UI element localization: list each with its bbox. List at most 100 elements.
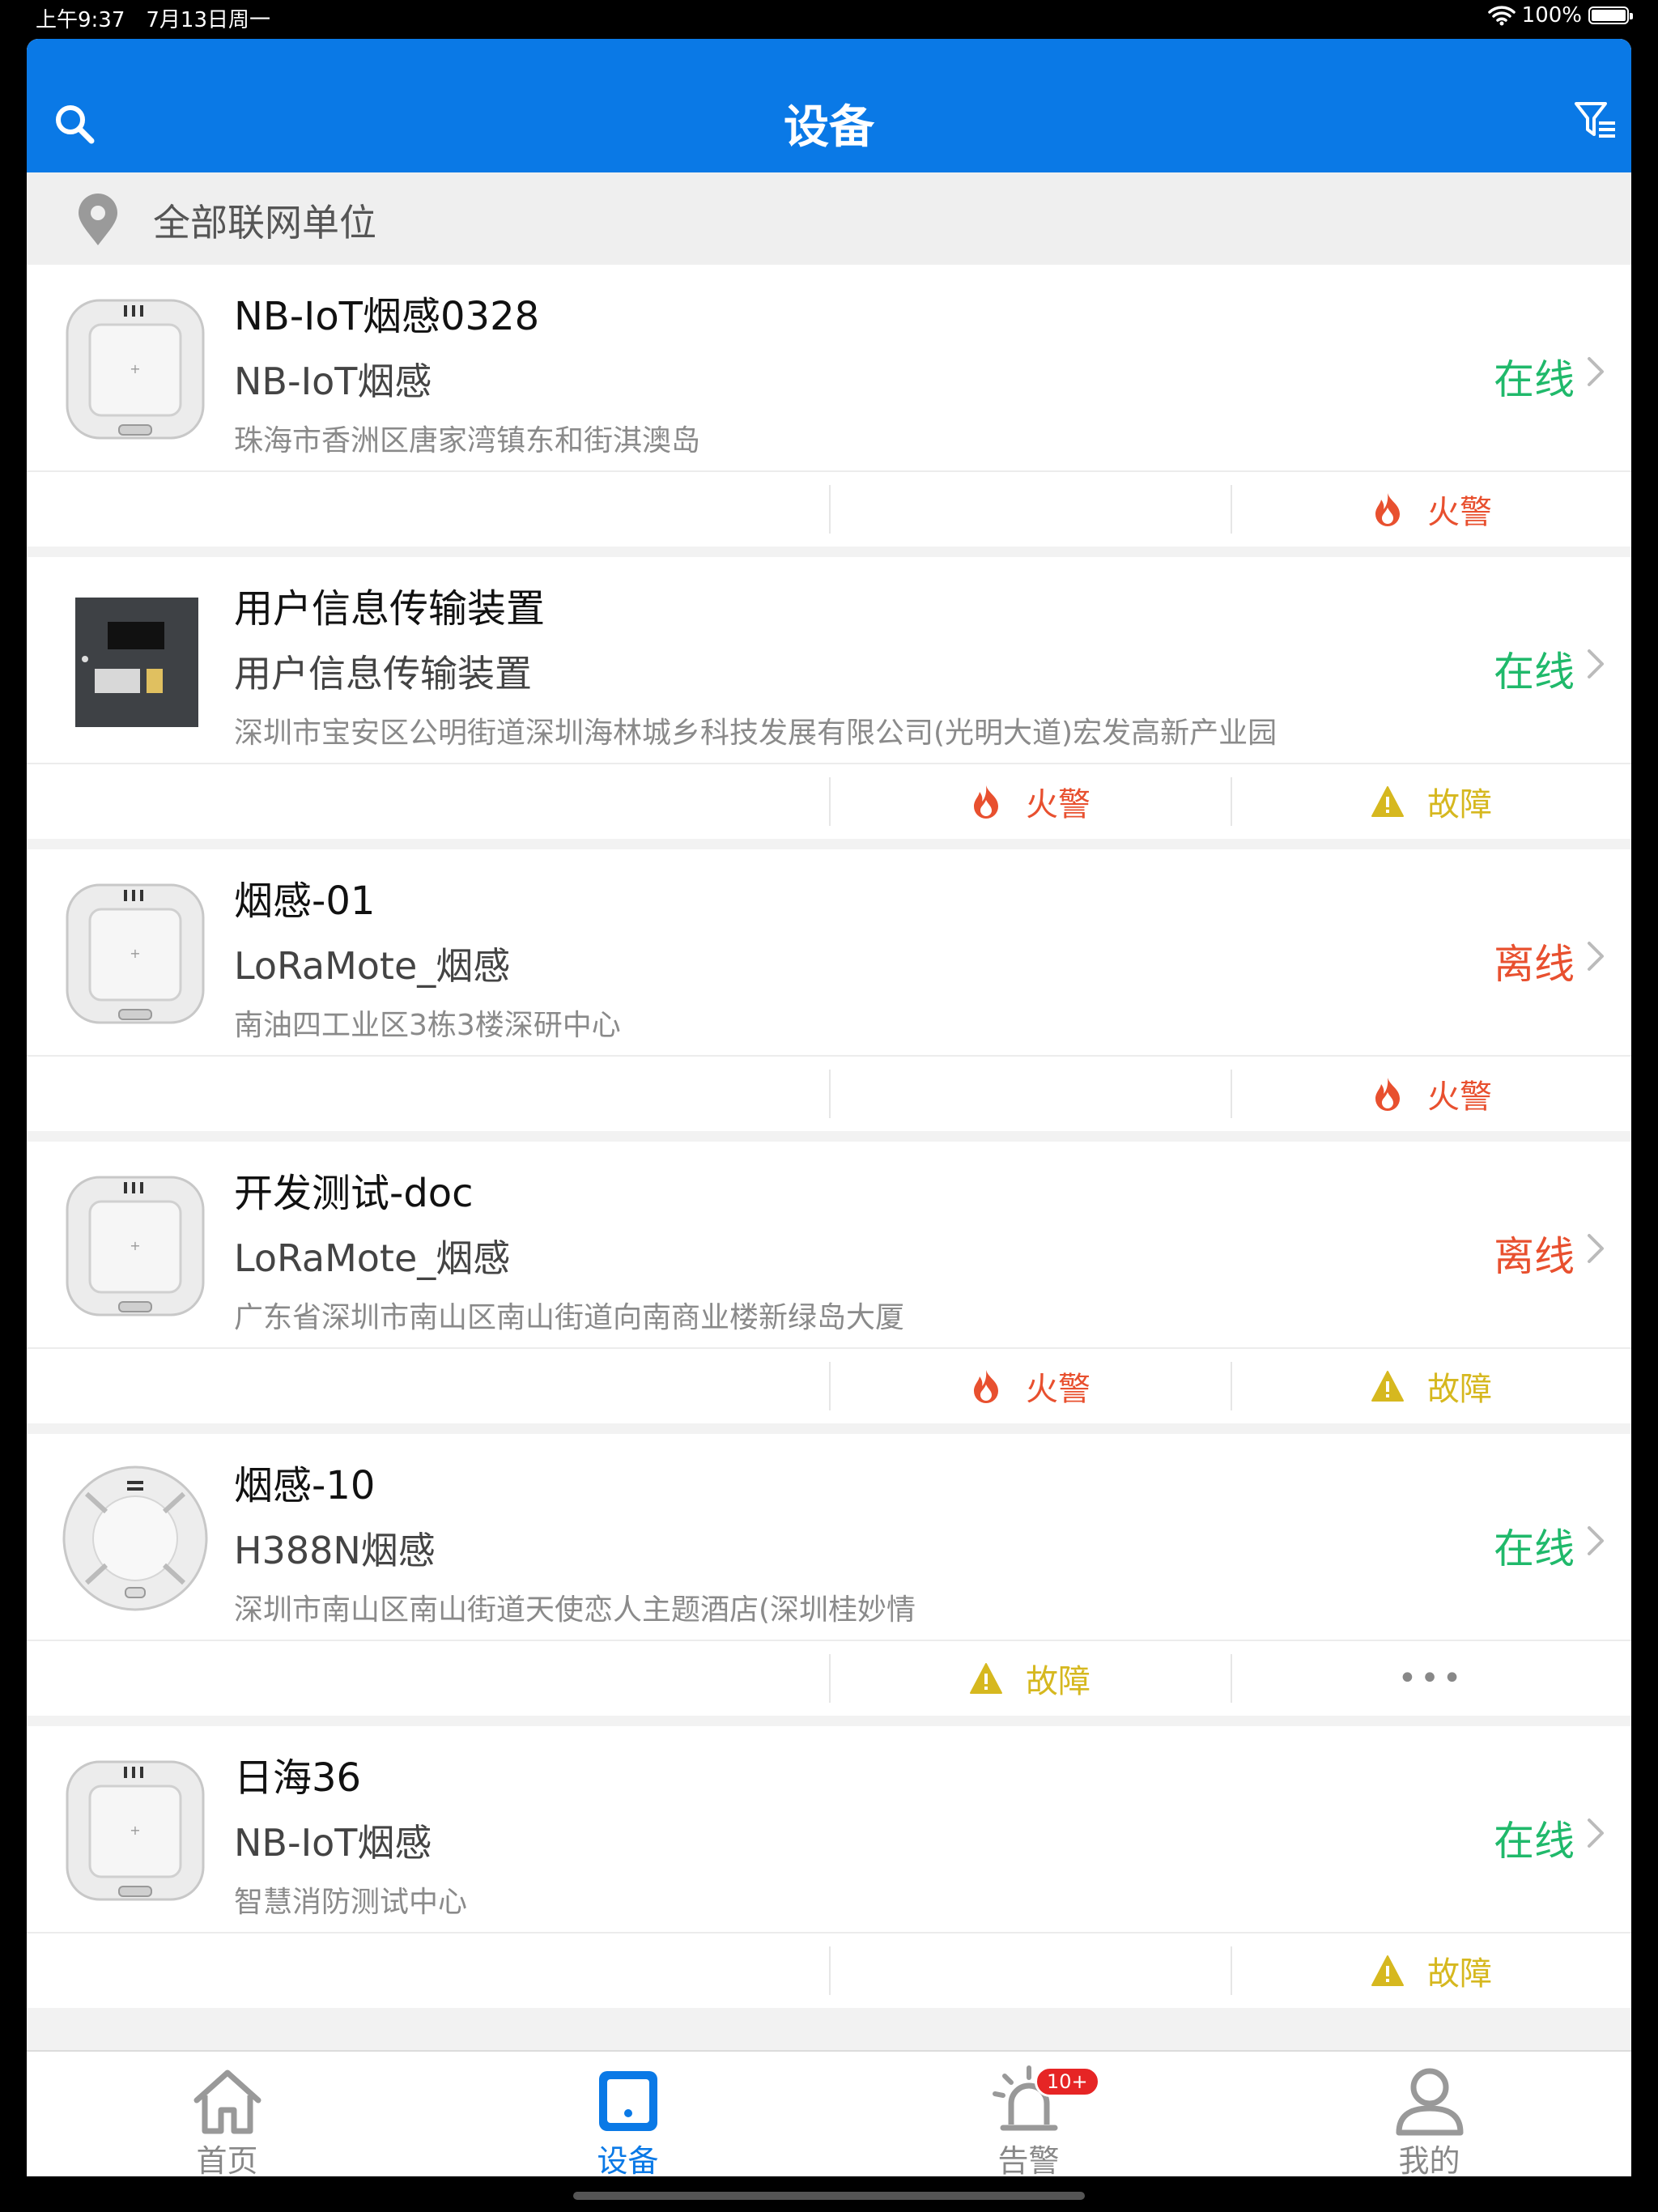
device-status: 在线 bbox=[1494, 649, 1575, 696]
device-card[interactable]: + NB-IoT烟感0328 NB-IoT烟感 珠海市香洲区唐家湾镇东和街淇澳岛 在线火… bbox=[27, 265, 1631, 547]
device-card[interactable]: + 烟感-01 LoRaMote_烟感 南油四工业区3栋3楼深研中心 离线 火警 bbox=[27, 849, 1631, 1131]
device-status: 离线 bbox=[1494, 941, 1575, 988]
page-title: 设备 bbox=[784, 101, 874, 154]
device-card[interactable]: + 日海36 NB-IoT烟感 智慧消防测试中心 在线 故障 bbox=[27, 1726, 1631, 2008]
user-icon bbox=[1396, 2068, 1464, 2136]
alert-row: 故障 bbox=[27, 1933, 1631, 2008]
warning-icon bbox=[1371, 786, 1404, 817]
device-status: 离线 bbox=[1494, 1233, 1575, 1280]
fire-alert[interactable]: 火警 bbox=[830, 764, 1230, 839]
device-type: LoRaMote_烟感 bbox=[234, 1236, 511, 1280]
home-indicator bbox=[573, 2192, 1085, 2200]
alert-divider bbox=[829, 1070, 831, 1118]
fire-icon bbox=[974, 785, 998, 819]
device-card[interactable]: 烟感-10 H388N烟感深圳市南山区南山街道天使恋人主题酒店(深圳桂妙情 在线故障… bbox=[27, 1434, 1631, 1716]
device-address: 广东省深圳市南山区南山街道向南商业楼新绿岛大厦 bbox=[234, 1301, 905, 1334]
tab-alarms[interactable]: 10+ 告警 bbox=[828, 2052, 1229, 2176]
alert-label: 火警 bbox=[1026, 786, 1090, 823]
tab-devices[interactable]: 设备 bbox=[427, 2052, 828, 2176]
device-address: 深圳市南山区南山街道天使恋人主题酒店(深圳桂妙情 bbox=[234, 1593, 916, 1627]
alert-row: 火警 bbox=[27, 472, 1631, 547]
wifi-icon bbox=[1487, 6, 1516, 26]
status-bar: 上午9:37 7月13日周一 100% bbox=[0, 0, 1658, 34]
fire-alert[interactable]: 火警 bbox=[830, 1349, 1230, 1423]
unit-filter-bar[interactable]: 全部联网单位 bbox=[27, 172, 1631, 265]
device-status: 在线 bbox=[1494, 356, 1575, 403]
tab-devices-label: 设备 bbox=[597, 2143, 659, 2176]
status-time: 上午9:37 bbox=[36, 8, 125, 32]
svg-text:+: + bbox=[130, 946, 140, 961]
warning-icon bbox=[1371, 1371, 1404, 1402]
device-list: + NB-IoT烟感0328 NB-IoT烟感 珠海市香洲区唐家湾镇东和街淇澳岛 在线火… bbox=[27, 265, 1631, 2018]
device-status: 在线 bbox=[1494, 1525, 1575, 1572]
round-detector-image bbox=[62, 1465, 208, 1611]
panel-device-image bbox=[75, 598, 198, 727]
tab-home-label: 首页 bbox=[196, 2143, 258, 2176]
alert-label: ••• bbox=[1397, 1660, 1465, 1697]
alert-row: 火警 故障 bbox=[27, 1349, 1631, 1423]
device-type: NB-IoT烟感 bbox=[234, 1821, 432, 1865]
device-type: NB-IoT烟感 bbox=[234, 359, 432, 403]
svg-text:+: + bbox=[130, 1823, 140, 1838]
device-name: 烟感-01 bbox=[234, 878, 376, 924]
fault-alert[interactable]: 故障 bbox=[1231, 764, 1631, 839]
device-card[interactable]: + 开发测试-doc LoRaMote_烟感广东省深圳市南山区南山街道向南商业楼新绿… bbox=[27, 1142, 1631, 1423]
battery-percent: 100% bbox=[1521, 3, 1582, 28]
device-name: NB-IoT烟感0328 bbox=[234, 294, 540, 339]
square-detector-image: + bbox=[66, 1760, 205, 1901]
chevron-right-icon[interactable] bbox=[1584, 1231, 1607, 1266]
alert-label: 故障 bbox=[1427, 786, 1492, 823]
alert-label: 故障 bbox=[1427, 1371, 1492, 1408]
unit-filter-label: 全部联网单位 bbox=[153, 201, 376, 245]
tab-profile-label: 我的 bbox=[1398, 2143, 1460, 2176]
alarm-count-badge: 10+ bbox=[1035, 2066, 1100, 2097]
home-icon bbox=[193, 2069, 261, 2134]
fault-alert[interactable]: 故障 bbox=[1231, 1349, 1631, 1423]
device-address: 南油四工业区3栋3楼深研中心 bbox=[234, 1009, 621, 1042]
nav-bar: 设备 bbox=[27, 39, 1631, 172]
device-card[interactable]: 用户信息传输装置 用户信息传输装置深圳市宝安区公明街道深圳海林城乡科技发展有限公司… bbox=[27, 557, 1631, 839]
square-detector-image: + bbox=[66, 299, 205, 440]
device-type: 用户信息传输装置 bbox=[234, 652, 532, 696]
tab-home[interactable]: 首页 bbox=[27, 2052, 427, 2176]
device-address: 深圳市宝安区公明街道深圳海林城乡科技发展有限公司(光明大道)宏发高新产业园 bbox=[234, 717, 1278, 750]
battery-icon bbox=[1588, 6, 1633, 24]
fault-alert[interactable]: 故障 bbox=[1231, 1933, 1631, 2008]
fire-icon bbox=[1375, 1078, 1400, 1111]
alert-label: 火警 bbox=[1427, 1078, 1492, 1116]
fire-icon bbox=[974, 1370, 998, 1403]
device-name: 用户信息传输装置 bbox=[234, 586, 546, 632]
fire-alert[interactable]: 火警 bbox=[1231, 1057, 1631, 1131]
chevron-right-icon[interactable] bbox=[1584, 1815, 1607, 1851]
status-time-date: 上午9:37 7月13日周一 bbox=[36, 3, 270, 33]
fire-alert[interactable]: 火警 bbox=[1231, 472, 1631, 547]
more-alerts[interactable]: ••• bbox=[1231, 1641, 1631, 1716]
alert-divider bbox=[829, 485, 831, 534]
chevron-right-icon[interactable] bbox=[1584, 354, 1607, 389]
fire-icon bbox=[1375, 493, 1400, 526]
status-right: 100% bbox=[1487, 3, 1633, 28]
chevron-right-icon[interactable] bbox=[1584, 938, 1607, 974]
filter-icon[interactable] bbox=[1573, 99, 1618, 144]
chevron-right-icon[interactable] bbox=[1584, 646, 1607, 682]
svg-text:+: + bbox=[130, 1238, 140, 1253]
location-pin-icon bbox=[79, 194, 117, 245]
fault-alert[interactable]: 故障 bbox=[830, 1641, 1230, 1716]
device-icon bbox=[599, 2071, 657, 2131]
device-address: 智慧消防测试中心 bbox=[234, 1886, 468, 1919]
warning-icon bbox=[1371, 1955, 1404, 1986]
tab-bar: 首页 设备 10+ 告警 我的 bbox=[27, 2050, 1631, 2176]
device-name: 开发测试-doc bbox=[234, 1171, 474, 1216]
tab-alarms-label: 告警 bbox=[997, 2143, 1060, 2176]
alert-row: 火警 bbox=[27, 1057, 1631, 1131]
alert-label: 故障 bbox=[1026, 1663, 1090, 1700]
chevron-right-icon[interactable] bbox=[1584, 1523, 1607, 1559]
alert-row: 火警 故障 bbox=[27, 764, 1631, 839]
alert-label: 火警 bbox=[1427, 494, 1492, 531]
device-type: H388N烟感 bbox=[234, 1529, 436, 1572]
tab-profile[interactable]: 我的 bbox=[1229, 2052, 1630, 2176]
device-name: 烟感-10 bbox=[234, 1463, 376, 1508]
battery-fill bbox=[1592, 10, 1626, 21]
device-status: 在线 bbox=[1494, 1818, 1575, 1865]
square-detector-image: + bbox=[66, 1176, 205, 1317]
